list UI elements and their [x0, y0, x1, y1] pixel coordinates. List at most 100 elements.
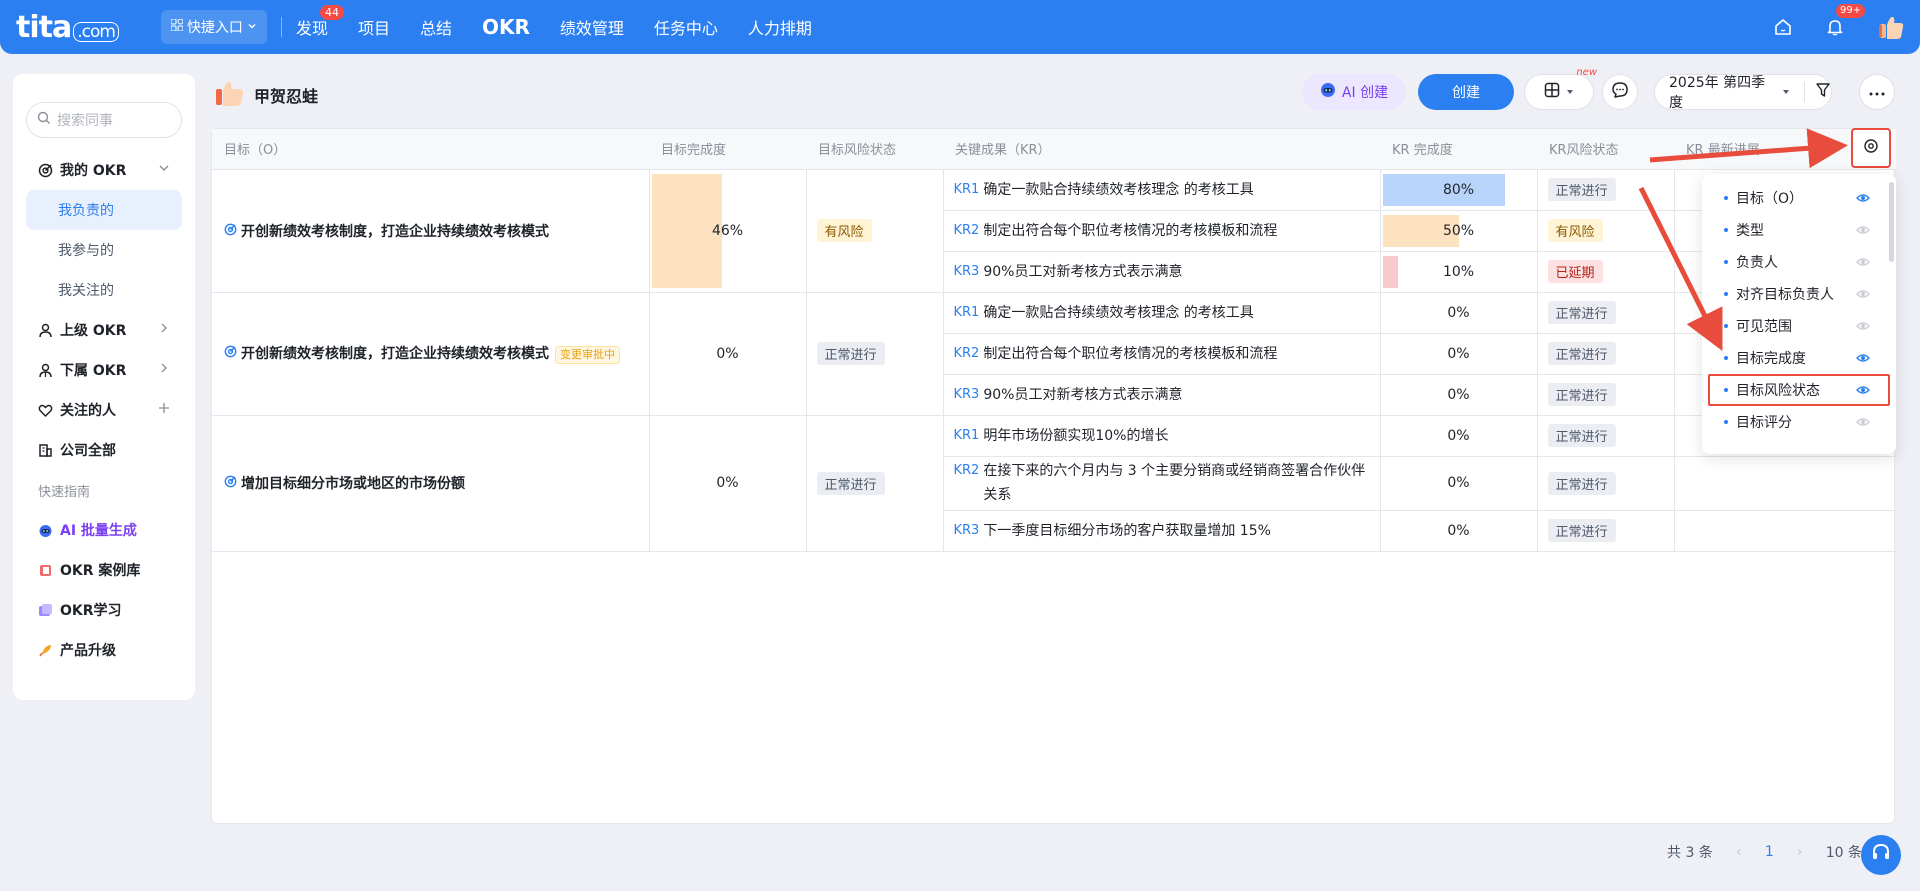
nav-okr[interactable]: OKR [482, 15, 530, 39]
sidebar-ai-batch-label: AI 批量生成 [60, 523, 137, 539]
sidebar-followed-people[interactable]: 关注的人 [26, 390, 182, 430]
kr-cell[interactable]: KR2 制定出符合每个职位考核情况的考核模板和流程 [943, 210, 1381, 252]
period-selector[interactable]: 2025年 第四季度 [1654, 74, 1832, 111]
kr-progress-cell[interactable]: 0% [1380, 456, 1538, 511]
okr-owner[interactable]: 甲贺忍蛙 [214, 79, 318, 111]
current-page[interactable]: 1 [1765, 844, 1774, 860]
sidebar-ai-batch[interactable]: AI 批量生成 [26, 510, 182, 550]
create-button[interactable]: 创建 [1418, 74, 1514, 110]
eye-icon[interactable] [1856, 191, 1870, 209]
objective-progress-cell[interactable]: 0% [649, 292, 807, 416]
search-colleague-input[interactable]: 搜索同事 [26, 102, 182, 138]
objective-progress-cell[interactable]: 0% [649, 415, 807, 552]
objective-risk-cell[interactable]: 正常进行 [806, 292, 944, 416]
column-toggle-item[interactable]: 目标（O） [1702, 182, 1896, 214]
eye-icon[interactable] [1856, 415, 1870, 433]
column-toggle-item[interactable]: 目标风险状态 [1708, 374, 1890, 406]
kr-cell[interactable]: KR3 90%员工对新考核方式表示满意 [943, 374, 1381, 416]
objective-risk-cell[interactable]: 有风险 [806, 169, 944, 293]
quick-entry-button[interactable]: 快捷入口 [160, 10, 267, 44]
target-icon [38, 163, 54, 178]
kr-progress-cell[interactable]: 10% [1380, 251, 1538, 293]
column-toggle-item[interactable]: 负责人 [1702, 246, 1896, 278]
eye-icon[interactable] [1856, 351, 1870, 369]
kr-progress-cell[interactable]: 0% [1380, 333, 1538, 375]
objective-progress-cell[interactable]: 46% [649, 169, 807, 293]
sidebar-product-upgrade[interactable]: 产品升级 [26, 630, 182, 670]
sidebar-subordinate-okr[interactable]: 下属 OKR [26, 350, 182, 390]
sidebar-item-participating[interactable]: 我参与的 [26, 230, 182, 270]
eye-icon[interactable] [1856, 287, 1870, 305]
kr-status-cell[interactable]: 正常进行 [1537, 510, 1675, 552]
kr-progress-cell[interactable]: 80% [1380, 169, 1538, 211]
nav-projects[interactable]: 项目 [358, 15, 390, 39]
nav-performance[interactable]: 绩效管理 [560, 15, 624, 39]
objective-cell[interactable]: 增加目标细分市场或地区的市场份额 [212, 415, 650, 552]
kr-status-cell[interactable]: 正常进行 [1537, 333, 1675, 375]
kr-cell[interactable]: KR1 确定一款贴合持续绩效考核理念 的考核工具 [943, 292, 1381, 334]
kr-status-cell[interactable]: 有风险 [1537, 210, 1675, 252]
sidebar-my-okr[interactable]: 我的 OKR [26, 150, 182, 190]
kr-status-badge: 正常进行 [1547, 342, 1616, 365]
sidebar-okr-learning[interactable]: OKR学习 [26, 590, 182, 630]
nav-scheduling[interactable]: 人力排期 [748, 15, 812, 39]
kr-status-cell[interactable]: 正常进行 [1537, 292, 1675, 334]
table-row[interactable]: 开创新绩效考核制度，打造企业持续绩效考核模式 46% 有风险 KR1 确定一款贴合持续绩… [212, 169, 1896, 293]
objective-risk-cell[interactable]: 正常进行 [806, 415, 944, 552]
panel-scrollbar[interactable] [1889, 182, 1894, 262]
kr-latest-progress-cell[interactable] [1674, 456, 1896, 511]
filter-icon[interactable] [1815, 82, 1831, 102]
nav-summary[interactable]: 总结 [420, 15, 452, 39]
kr-status-cell[interactable]: 正常进行 [1537, 169, 1675, 211]
kr-status-cell[interactable]: 正常进行 [1537, 374, 1675, 416]
view-switch-button[interactable]: new [1524, 67, 1597, 110]
eye-icon[interactable] [1856, 383, 1870, 401]
kr-cell[interactable]: KR1 明年市场份额实现10%的增长 [943, 415, 1381, 457]
nav-task-center[interactable]: 任务中心 [654, 15, 718, 39]
kr-cell[interactable]: KR3 下一季度目标细分市场的客户获取量增加 15% [943, 510, 1381, 552]
kr-progress-cell[interactable]: 50% [1380, 210, 1538, 252]
sidebar-company-all[interactable]: 公司全部 [26, 430, 182, 470]
column-toggle-item[interactable]: 对齐目标负责人 [1702, 278, 1896, 310]
column-toggle-item[interactable]: 目标完成度 [1702, 342, 1896, 374]
sidebar-okr-cases[interactable]: OKR 案例库 [26, 550, 182, 590]
kr-cell[interactable]: KR2 在接下来的六个月内与 3 个主要分销商或经销商签署合作伙伴关系 [943, 456, 1381, 511]
kr-progress-cell[interactable]: 0% [1380, 292, 1538, 334]
more-options-button[interactable] [1859, 74, 1895, 110]
objective-cell[interactable]: 开创新绩效考核制度，打造企业持续绩效考核模式 [212, 169, 650, 293]
ai-create-button[interactable]: AI 创建 [1302, 74, 1406, 110]
user-avatar[interactable] [1876, 12, 1906, 42]
kr-progress-cell[interactable]: 0% [1380, 510, 1538, 552]
nav-discover[interactable]: 发现 44 [296, 5, 344, 39]
sidebar-item-responsible[interactable]: 我负责的 [26, 190, 182, 230]
table-row[interactable]: 开创新绩效考核制度，打造企业持续绩效考核模式 变更审批中 0% 正常进行 KR1 确定一款… [212, 292, 1896, 416]
column-toggle-item[interactable]: 类型 [1702, 214, 1896, 246]
kr-cell[interactable]: KR1 确定一款贴合持续绩效考核理念 的考核工具 [943, 169, 1381, 211]
kr-progress-cell[interactable]: 0% [1380, 374, 1538, 416]
objective-cell[interactable]: 开创新绩效考核制度，打造企业持续绩效考核模式 变更审批中 [212, 292, 650, 416]
table-row[interactable]: 增加目标细分市场或地区的市场份额 0% 正常进行 KR1 明年市场份额实现10%的增长 0… [212, 415, 1896, 552]
sidebar-item-following[interactable]: 我关注的 [26, 270, 182, 310]
sidebar-superior-okr[interactable]: 上级 OKR [26, 310, 182, 350]
bell-icon[interactable]: 99+ [1824, 4, 1866, 38]
eye-icon[interactable] [1856, 223, 1870, 241]
eye-icon[interactable] [1856, 255, 1870, 273]
column-toggle-item[interactable]: 可见范围 [1702, 310, 1896, 342]
help-assistant-button[interactable] [1861, 835, 1901, 875]
column-toggle-item[interactable]: 目标评分 [1702, 406, 1896, 438]
tita-logo[interactable]: tita .com [16, 10, 119, 45]
plus-icon[interactable] [158, 402, 170, 418]
eye-icon[interactable] [1856, 319, 1870, 337]
kr-status-cell[interactable]: 正常进行 [1537, 415, 1675, 457]
column-settings-button[interactable] [1851, 128, 1891, 168]
kr-latest-progress-cell[interactable] [1674, 510, 1896, 552]
kr-cell[interactable]: KR3 90%员工对新考核方式表示满意 [943, 251, 1381, 293]
next-page-button[interactable]: › [1788, 840, 1812, 864]
kr-status-cell[interactable]: 已延期 [1537, 251, 1675, 293]
kr-status-cell[interactable]: 正常进行 [1537, 456, 1675, 511]
prev-page-button[interactable]: ‹ [1727, 840, 1751, 864]
home-icon[interactable] [1772, 16, 1794, 38]
comment-button[interactable] [1602, 74, 1638, 110]
kr-progress-cell[interactable]: 0% [1380, 415, 1538, 457]
kr-cell[interactable]: KR2 制定出符合每个职位考核情况的考核模板和流程 [943, 333, 1381, 375]
